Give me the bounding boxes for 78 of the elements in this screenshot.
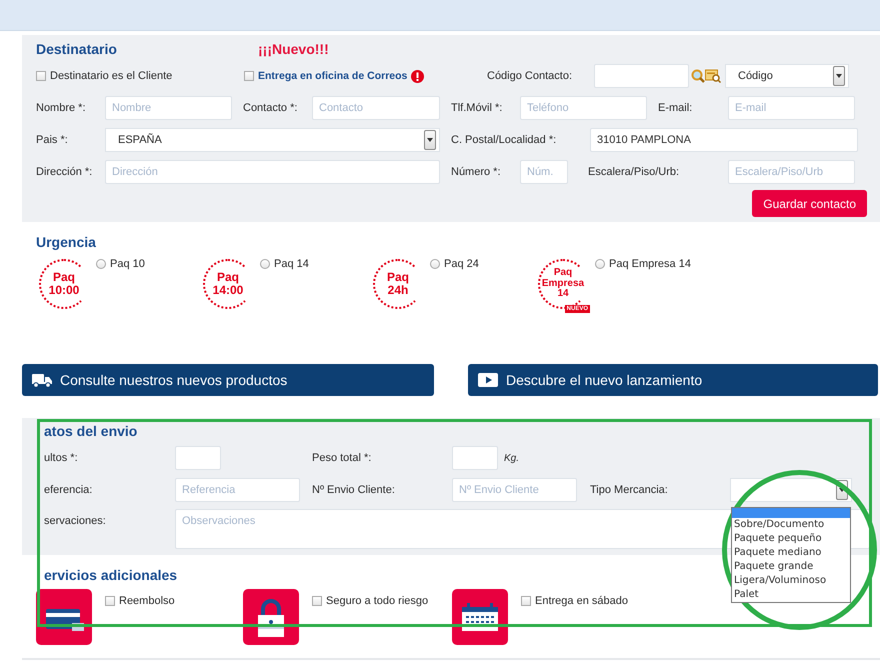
checkbox[interactable]	[244, 71, 254, 81]
search-icon	[691, 69, 705, 83]
dropdown-option[interactable]: Ligera/Voluminoso	[732, 574, 850, 588]
promo-button[interactable]: Consulte nuestros nuevos productos	[22, 364, 434, 396]
text-field[interactable]: Escalera/Piso/Urb	[728, 160, 855, 184]
calendar-icon	[452, 589, 508, 645]
field-label: Código Contacto:	[487, 69, 573, 84]
checkbox-label: Entrega en oficina de Correos	[258, 69, 408, 84]
text-field[interactable]: E-mail	[728, 96, 855, 120]
caret-icon	[833, 66, 845, 86]
radio-button[interactable]	[430, 259, 440, 269]
text-field[interactable]: Contacto	[312, 96, 440, 120]
text-field[interactable]: Teléfono	[520, 96, 647, 120]
radio-label: Paq Empresa 14	[609, 258, 691, 270]
section-title: ervicios adicionales	[44, 567, 178, 583]
field-label: Tlf.Móvil *:	[451, 101, 504, 116]
truck-icon	[32, 372, 52, 388]
dropdown-option[interactable]: Sobre/Documento	[732, 518, 850, 532]
checkbox-label: Destinatario es el Cliente	[50, 69, 172, 84]
checkbox[interactable]	[36, 71, 46, 81]
radio-button[interactable]	[96, 259, 106, 269]
text-field[interactable]: Núm.	[520, 160, 568, 184]
text-field[interactable]: Nº Envio Cliente	[452, 478, 577, 502]
radio-button[interactable]	[595, 259, 605, 269]
field-label: E-mail:	[658, 101, 694, 116]
checkbox[interactable]	[312, 596, 322, 606]
section-title: Destinatario	[36, 41, 118, 57]
field-label: servaciones:	[44, 514, 107, 529]
field-label: Pais *:	[36, 133, 69, 148]
text-field[interactable]: Dirección	[105, 160, 440, 184]
text-field[interactable]	[594, 64, 689, 88]
unit-label: Kg.	[504, 452, 520, 464]
checkbox[interactable]	[105, 596, 115, 606]
field-label: Peso total *:	[312, 451, 372, 466]
field-label: Escalera/Piso/Urb:	[588, 165, 680, 180]
dropdown-option[interactable]: Paquete grande	[732, 560, 850, 574]
checkbox[interactable]	[521, 596, 531, 606]
radio-label: Paq 14	[274, 258, 309, 270]
field-label: Dirección *:	[36, 165, 94, 180]
promo-button[interactable]: Descubre el nuevo lanzamiento	[468, 364, 878, 396]
field-label: Número *:	[451, 165, 502, 180]
field-label: Nombre *:	[36, 101, 87, 116]
credit-card-icon	[36, 589, 92, 645]
field-label: C. Postal/Localidad *:	[451, 133, 558, 148]
card-search-icon	[705, 69, 721, 83]
radio-button[interactable]	[260, 259, 270, 269]
section-title: atos del envio	[44, 422, 138, 440]
text-field[interactable]	[175, 446, 221, 470]
text-field[interactable]: 31010 PAMPLONA	[590, 128, 858, 152]
text-field[interactable]	[452, 446, 498, 470]
play-icon	[478, 372, 498, 388]
save-contact-button[interactable]: Guardar contacto	[752, 190, 867, 217]
checkbox-label: Seguro a todo riesgo	[326, 595, 428, 607]
section-title: Urgencia	[36, 234, 96, 250]
caret-icon	[424, 130, 436, 150]
dropdown[interactable]: Código	[725, 64, 849, 88]
info-icon	[411, 70, 424, 82]
checkbox-label: Entrega en sábado	[535, 595, 628, 607]
logo-text: Paq 10:00	[48, 271, 80, 297]
checkbox-label: Reembolso	[119, 595, 175, 607]
radio-label: Paq 10	[110, 258, 145, 270]
dropdown-option[interactable]: Palet	[732, 588, 850, 602]
dropdown-option[interactable]: Paquete pequeño	[732, 532, 850, 546]
logo-text: Paq Empresa 14	[542, 268, 584, 300]
field-label: Tipo Mercancia:	[590, 483, 669, 498]
logo-text: Paq 14:00	[212, 271, 244, 297]
dropdown-option[interactable]: Paquete mediano	[732, 546, 850, 560]
text-field[interactable]: Nombre	[105, 96, 232, 120]
radio-label: Paq 24	[444, 258, 479, 270]
dropdown[interactable]: ESPAÑA	[105, 128, 440, 152]
logo-text: Paq 24h	[386, 271, 409, 297]
field-label: Contacto *:	[243, 101, 298, 116]
padlock-icon	[243, 589, 299, 645]
field-label: ultos *:	[44, 451, 79, 466]
text-field[interactable]: Referencia	[175, 478, 300, 502]
new-label: ¡¡¡Nuevo!!!	[258, 41, 329, 57]
field-label: eferencia:	[44, 483, 94, 498]
field-label: Nº Envio Cliente:	[312, 483, 396, 498]
